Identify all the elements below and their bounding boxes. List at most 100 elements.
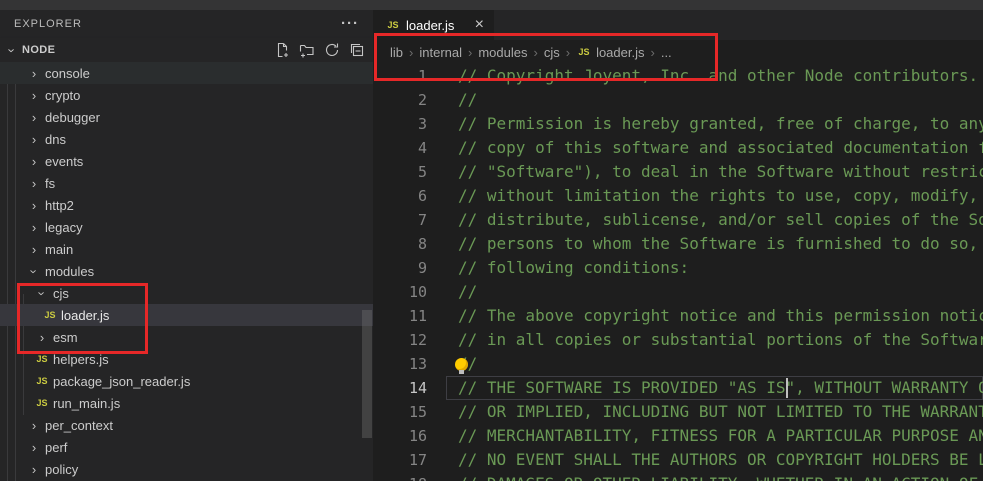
tree-item-main[interactable]: ›main [0, 238, 373, 260]
tree-item-label: crypto [45, 88, 80, 103]
tree-item-helpers-js[interactable]: JShelpers.js [0, 348, 373, 370]
line-number[interactable]: 15 [373, 400, 427, 424]
tree-item-fs[interactable]: ›fs [0, 172, 373, 194]
code-text: // copy of this software and associated … [458, 136, 983, 160]
tree-item-events[interactable]: ›events [0, 150, 373, 172]
tree-item-esm[interactable]: ›esm [0, 326, 373, 348]
breadcrumb: lib›internal›modules›cjs›JSloader.js›... [373, 40, 983, 64]
line-number[interactable]: 17 [373, 448, 427, 472]
chevron-right-icon[interactable]: › [26, 242, 42, 257]
breadcrumb-item-modules[interactable]: modules [478, 45, 527, 60]
refresh-icon[interactable] [324, 42, 340, 58]
tree-item-legacy[interactable]: ›legacy [0, 216, 373, 238]
line-number[interactable]: 13 [373, 352, 427, 376]
tree-item-loader-js[interactable]: JSloader.js [0, 304, 373, 326]
code-text: // NO EVENT SHALL THE AUTHORS OR COPYRIG… [458, 448, 983, 472]
code-line-3[interactable]: 3// Permission is hereby granted, free o… [373, 112, 983, 136]
tree-item-console[interactable]: ›console [0, 62, 373, 84]
code-line-11[interactable]: 11// The above copyright notice and this… [373, 304, 983, 328]
breadcrumb-label: lib [390, 45, 403, 60]
lightbulb-icon[interactable] [455, 358, 468, 371]
close-tab-icon[interactable]: × [473, 18, 486, 32]
tab-loader-js[interactable]: JS loader.js × [373, 10, 494, 40]
code-line-14[interactable]: 14// THE SOFTWARE IS PROVIDED "AS IS", W… [373, 376, 983, 400]
chevron-down-icon[interactable]: › [35, 285, 50, 301]
tree-item-package-json-reader-js[interactable]: JSpackage_json_reader.js [0, 370, 373, 392]
more-actions-icon[interactable]: ··· [341, 19, 359, 29]
line-number[interactable]: 3 [373, 112, 427, 136]
tree-item-label: per_context [45, 418, 113, 433]
code-text: // DAMAGES OR OTHER LIABILITY, WHETHER I… [458, 472, 983, 481]
line-number[interactable]: 16 [373, 424, 427, 448]
breadcrumb-separator-icon: › [650, 45, 654, 60]
breadcrumb-item-internal[interactable]: internal [419, 45, 462, 60]
chevron-right-icon[interactable]: › [26, 462, 42, 477]
line-number[interactable]: 10 [373, 280, 427, 304]
code-line-7[interactable]: 7// distribute, sublicense, and/or sell … [373, 208, 983, 232]
line-number[interactable]: 9 [373, 256, 427, 280]
new-file-icon[interactable] [274, 42, 290, 58]
breadcrumb-item-cjs[interactable]: cjs [544, 45, 560, 60]
code-line-10[interactable]: 10// [373, 280, 983, 304]
code-line-1[interactable]: 1// Copyright Joyent, Inc. and other Nod… [373, 64, 983, 88]
file-tree: ›console›crypto›debugger›dns›events›fs›h… [0, 62, 373, 481]
code-line-12[interactable]: 12// in all copies or substantial portio… [373, 328, 983, 352]
code-line-16[interactable]: 16// MERCHANTABILITY, FITNESS FOR A PART… [373, 424, 983, 448]
code-line-9[interactable]: 9// following conditions: [373, 256, 983, 280]
line-number[interactable]: 6 [373, 184, 427, 208]
folder-section-header[interactable]: › NODE [0, 38, 373, 62]
line-number[interactable]: 7 [373, 208, 427, 232]
chevron-right-icon[interactable]: › [26, 440, 42, 455]
tree-item-cjs[interactable]: ›cjs [0, 282, 373, 304]
line-number[interactable]: 2 [373, 88, 427, 112]
chevron-right-icon[interactable]: › [26, 88, 42, 103]
text-cursor [786, 378, 788, 398]
tree-item-policy[interactable]: ›policy [0, 458, 373, 480]
line-number[interactable]: 18 [373, 472, 427, 481]
new-folder-icon[interactable] [299, 42, 315, 58]
chevron-down-icon[interactable]: › [27, 263, 42, 279]
line-number[interactable]: 8 [373, 232, 427, 256]
tree-item-crypto[interactable]: ›crypto [0, 84, 373, 106]
tree-item-dns[interactable]: ›dns [0, 128, 373, 150]
explorer-title: EXPLORER [14, 18, 82, 30]
line-number[interactable]: 1 [373, 64, 427, 88]
tab-label: loader.js [406, 18, 454, 33]
line-number[interactable]: 11 [373, 304, 427, 328]
code-line-8[interactable]: 8 // persons to whom the Software is furn… [373, 232, 983, 256]
chevron-down-icon: › [5, 42, 20, 58]
code-line-6[interactable]: 6// without limitation the rights to use… [373, 184, 983, 208]
chevron-right-icon[interactable]: › [26, 176, 42, 191]
collapse-all-icon[interactable] [349, 42, 365, 58]
breadcrumb-item-lib[interactable]: lib [390, 45, 403, 60]
chevron-right-icon[interactable]: › [26, 110, 42, 125]
tree-item-perf[interactable]: ›perf [0, 436, 373, 458]
line-number[interactable]: 5 [373, 160, 427, 184]
code-line-5[interactable]: 5// "Software"), to deal in the Software… [373, 160, 983, 184]
tree-item-debugger[interactable]: ›debugger [0, 106, 373, 128]
breadcrumb-item--[interactable]: ... [661, 45, 672, 60]
chevron-right-icon[interactable]: › [26, 418, 42, 433]
tree-item-run-main-js[interactable]: JSrun_main.js [0, 392, 373, 414]
breadcrumb-item-loader-js[interactable]: JSloader.js [576, 45, 644, 60]
line-number[interactable]: 12 [373, 328, 427, 352]
code-line-4[interactable]: 4 // copy of this software and associated… [373, 136, 983, 160]
code-text: // persons to whom the Software is furni… [458, 232, 983, 256]
code-line-2[interactable]: 2// [373, 88, 983, 112]
tree-item-per-context[interactable]: ›per_context [0, 414, 373, 436]
chevron-right-icon[interactable]: › [26, 132, 42, 147]
chevron-right-icon[interactable]: › [26, 198, 42, 213]
line-number[interactable]: 14 [373, 376, 427, 400]
tree-item-http2[interactable]: ›http2 [0, 194, 373, 216]
chevron-right-icon[interactable]: › [34, 330, 50, 345]
code-editor[interactable]: 1// Copyright Joyent, Inc. and other Nod… [373, 64, 983, 481]
code-line-18[interactable]: 18 // DAMAGES OR OTHER LIABILITY, WHETHER… [373, 472, 983, 481]
line-number[interactable]: 4 [373, 136, 427, 160]
sidebar-scrollbar-thumb[interactable] [362, 310, 372, 438]
code-line-17[interactable]: 17 // NO EVENT SHALL THE AUTHORS OR COPYR… [373, 448, 983, 472]
tree-item-modules[interactable]: ›modules [0, 260, 373, 282]
chevron-right-icon[interactable]: › [26, 154, 42, 169]
code-line-15[interactable]: 15// OR IMPLIED, INCLUDING BUT NOT LIMIT… [373, 400, 983, 424]
chevron-right-icon[interactable]: › [26, 220, 42, 235]
chevron-right-icon[interactable]: › [26, 66, 42, 81]
